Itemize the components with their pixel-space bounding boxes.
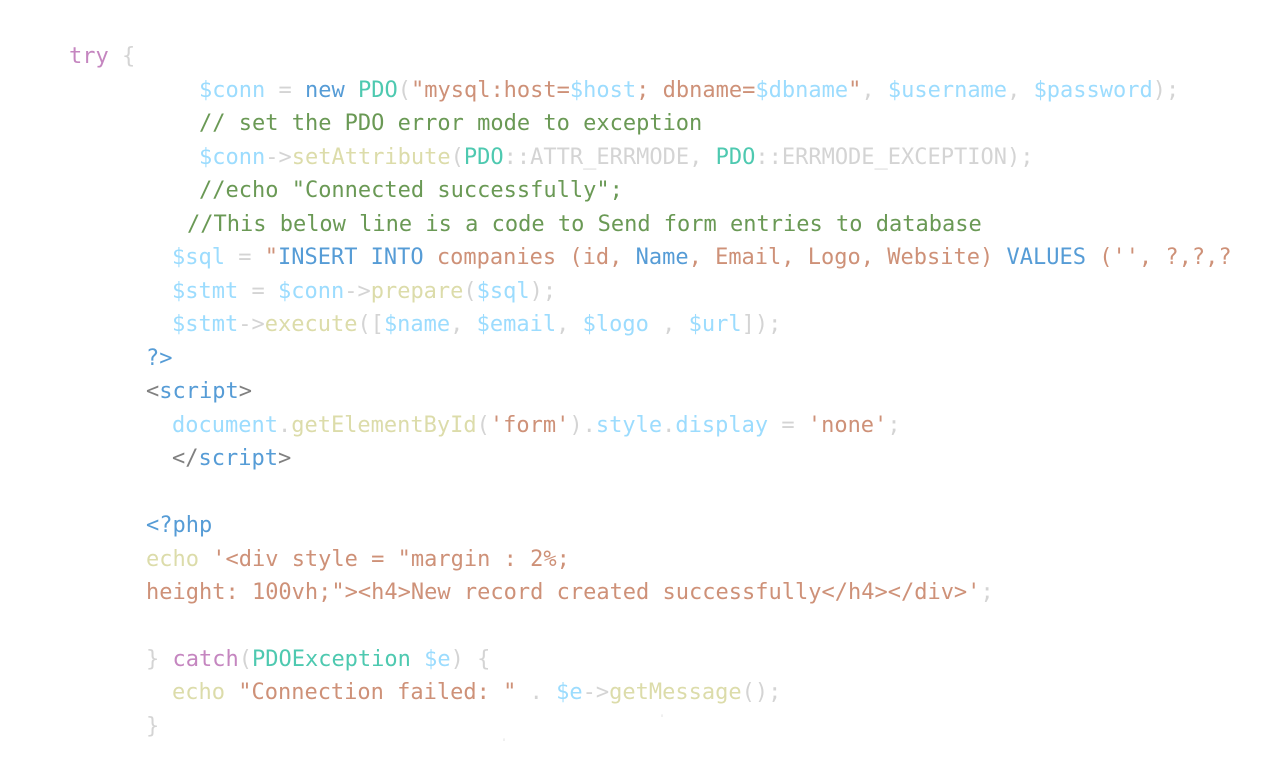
prop-display: display xyxy=(675,413,769,438)
brace-open: { xyxy=(108,44,136,69)
var-username: $username xyxy=(887,78,1008,103)
code-line-5: //echo "Connected successfully"; xyxy=(146,140,623,203)
paren-dot: ). xyxy=(569,413,596,438)
var-stmt: $stmt xyxy=(171,312,239,337)
code-line-4: $conn->setAttribute(PDO::ATTR_ERRMODE, P… xyxy=(146,107,1034,170)
var-url: $url xyxy=(688,312,742,337)
semicolon: ; xyxy=(980,580,994,605)
brace-close: } xyxy=(145,714,160,739)
arrow: -> xyxy=(238,312,265,337)
code-line-15: echo '<div style = "margin : 2%; xyxy=(93,509,570,572)
string: height: 100vh;"><h4>New record created s… xyxy=(145,580,981,605)
var-e: $e xyxy=(556,680,583,705)
string: " xyxy=(848,78,862,103)
code-line-14: <?php xyxy=(93,475,212,538)
var-name: $name xyxy=(383,312,451,337)
stray-mark: ˈ xyxy=(659,714,666,725)
code-line-11: <script> xyxy=(93,341,252,404)
var-dbname: $dbname xyxy=(755,78,849,103)
string: , Email, Logo, Website) xyxy=(688,245,1007,270)
method-getelementbyid: getElementById xyxy=(291,413,477,438)
code-line-7: $sql = "INSERT INTO companies (id, Name,… xyxy=(119,207,1232,270)
operator: = xyxy=(768,413,808,438)
var-logo: $logo xyxy=(582,312,649,337)
code-line-17: } catch(PDOException $e) { xyxy=(93,609,490,672)
code-line-6: //This below line is a code to Send form… xyxy=(134,174,982,237)
class-pdo: PDO xyxy=(715,145,756,170)
sql-keyword: VALUES xyxy=(1006,245,1086,270)
comma: , xyxy=(648,312,689,337)
tag-bracket: </ xyxy=(171,446,199,471)
code-line-19: } xyxy=(93,676,159,739)
method-execute: execute xyxy=(264,312,358,337)
sql-keyword: Name xyxy=(635,245,689,270)
semicolon: ; xyxy=(887,413,901,438)
bracket-close: ]); xyxy=(741,312,782,337)
code-line-12: document.getElementById('form').style.di… xyxy=(119,375,901,438)
var-email: $email xyxy=(476,312,557,337)
dot: . xyxy=(662,413,676,438)
code-line-16: height: 100vh;"><h4>New record created s… xyxy=(93,542,994,605)
string: ('', ?,?,? xyxy=(1085,245,1232,270)
bracket: ([ xyxy=(357,312,384,337)
tag-bracket: > xyxy=(277,446,292,471)
string: "Connection failed: " xyxy=(238,680,517,705)
comma: , xyxy=(861,78,888,103)
method-getmessage: getMessage xyxy=(609,680,742,705)
code-line-18: echo "Connection failed: " . $e->getMess… xyxy=(119,642,781,705)
tag-name-script: script xyxy=(198,446,278,471)
var-password: $password xyxy=(1033,78,1153,103)
code-line-8: $stmt = $conn->prepare($sql); xyxy=(119,241,556,304)
code-line-10: ?> xyxy=(93,308,173,371)
string: 'none' xyxy=(807,413,888,438)
paren: ( xyxy=(476,413,490,438)
code-line-2: $conn = new PDO("mysql:host=$host; dbnam… xyxy=(146,40,1179,103)
code-line-9: $stmt->execute([$name, $email, $logo , $… xyxy=(119,274,781,337)
comma: , xyxy=(1007,78,1034,103)
operator-concat: . xyxy=(516,680,557,705)
code-line-13: </script> xyxy=(119,408,291,471)
prop-style: style xyxy=(595,413,663,438)
keyword-try: try xyxy=(68,44,109,69)
paren-close: ); xyxy=(1152,78,1180,103)
comma: , xyxy=(450,312,477,337)
stray-mark: ˈ xyxy=(501,738,508,749)
paren-close: (); xyxy=(741,680,782,705)
comma: , xyxy=(556,312,583,337)
constant: ::ERRMODE_EXCEPTION); xyxy=(755,145,1034,170)
string: 'form' xyxy=(489,413,570,438)
code-line-1: try { xyxy=(16,6,135,69)
keyword-echo: echo xyxy=(171,680,225,705)
code-editor[interactable]: try { $conn = new PDO("mysql:host=$host;… xyxy=(16,6,1265,753)
code-line-3: // set the PDO error mode to exception xyxy=(146,73,702,136)
arrow: -> xyxy=(582,680,610,705)
